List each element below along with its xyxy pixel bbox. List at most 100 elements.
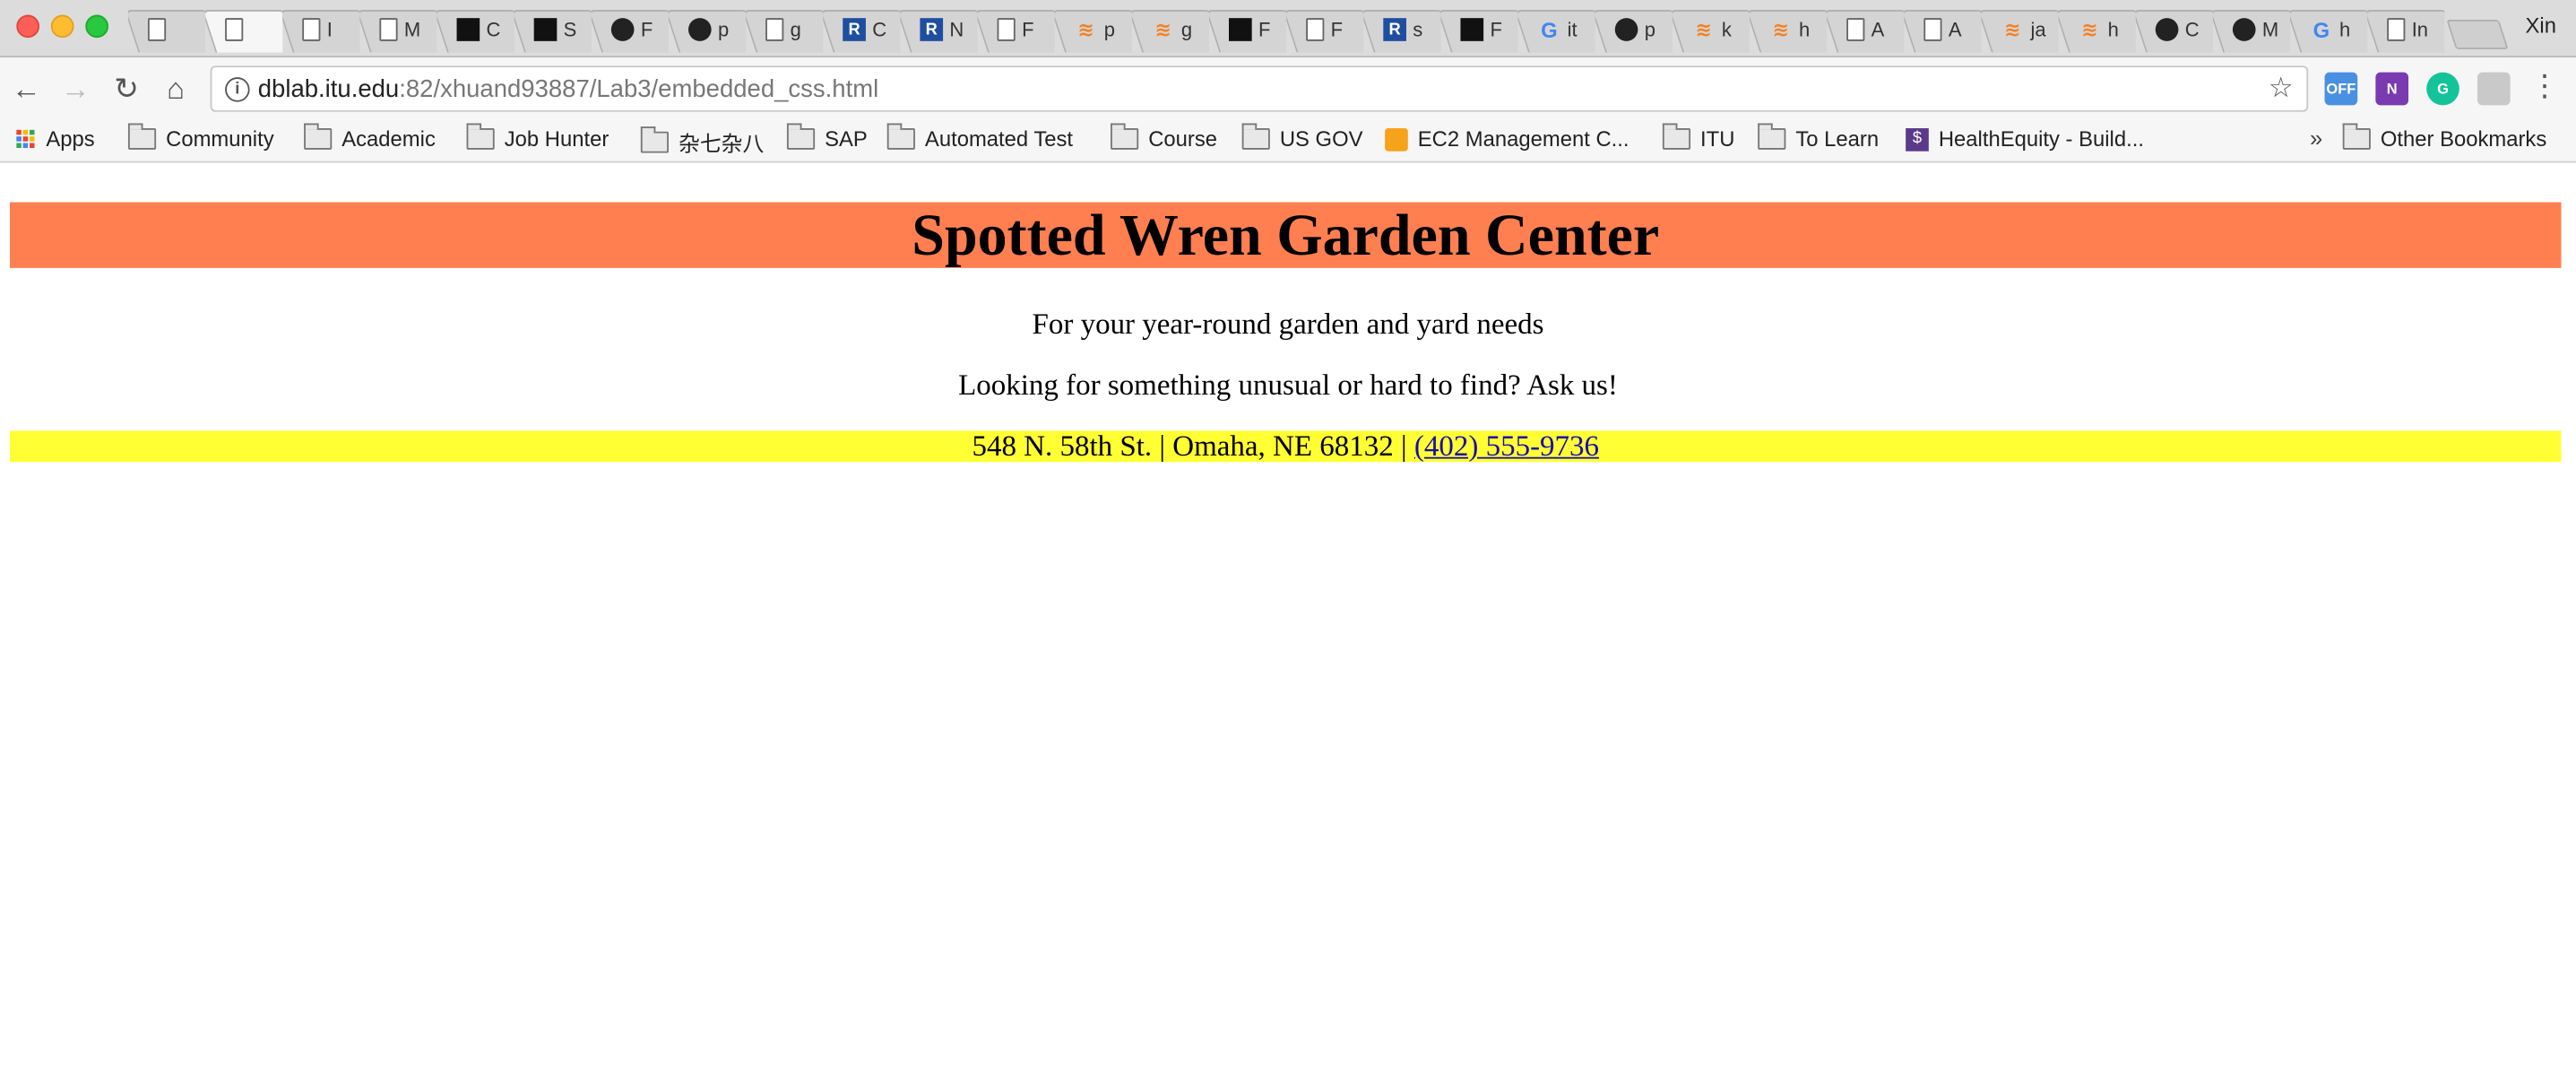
- browser-tab[interactable]: C: [437, 6, 514, 52]
- bookmark-item[interactable]: To Learn: [1758, 123, 1879, 152]
- tagline-primary: For your year-round garden and yard need…: [1032, 307, 1544, 341]
- home-icon[interactable]: ⌂: [160, 72, 193, 106]
- folder-icon: [1111, 123, 1139, 150]
- url-path: :82/xhuand93887/Lab3/embedded_css.html: [399, 75, 879, 104]
- browser-tab[interactable]: p: [1595, 6, 1673, 52]
- browser-tab[interactable]: F: [592, 6, 669, 52]
- browser-tab[interactable]: ≋ g: [1132, 6, 1209, 52]
- qr-extension-icon[interactable]: [2477, 72, 2511, 106]
- url-text[interactable]: dblab.itu.edu:82/xhuand93887/Lab3/embedd…: [258, 75, 878, 103]
- github-icon: [2155, 18, 2179, 41]
- browser-tab[interactable]: A: [1827, 6, 1904, 52]
- address-bar[interactable]: i dblab.itu.edu:82/xhuand93887/Lab3/embe…: [210, 65, 2309, 112]
- folder-icon: [1662, 123, 1691, 150]
- browser-tab[interactable]: ≋ p: [1055, 6, 1132, 52]
- extension-off-icon[interactable]: OFF: [2324, 72, 2358, 106]
- folder-icon: [640, 126, 669, 153]
- tab-label: M: [403, 18, 421, 41]
- bookmarks-overflow-button[interactable]: »: [2310, 125, 2322, 151]
- stackoverflow-icon: ≋: [2081, 18, 2098, 41]
- vue-icon: [533, 18, 558, 41]
- browser-tab[interactable]: In: [2367, 6, 2444, 52]
- browser-tab[interactable]: F: [1209, 6, 1286, 52]
- browser-tab[interactable]: Rs: [1363, 6, 1440, 52]
- browser-tab[interactable]: g: [746, 6, 823, 52]
- phone-link[interactable]: (402) 555-9736: [1414, 429, 1599, 463]
- browser-window: I M C S Fp g R C R N F ≋ p ≋ g F F Rs F Git p ≋ k ≋ h A A ≋ ja ≋ h C M Gh…: [0, 0, 2576, 1067]
- tab-label: it: [1567, 18, 1578, 41]
- bookmarks-bar: Apps Community Academic Job Hunter 杂七杂八 SAP Au…: [0, 119, 2576, 163]
- bookmark-item[interactable]: SAP: [786, 123, 868, 152]
- browser-tab[interactable]: S: [514, 6, 592, 52]
- tab-label: I: [326, 18, 333, 41]
- browser-tab[interactable]: [205, 6, 282, 52]
- stackoverflow-icon: ≋: [1154, 18, 1171, 41]
- bookmark-item[interactable]: $ HealthEquity - Build...: [1906, 126, 2144, 152]
- address-text: 548 N. 58th St. | Omaha, NE 68132 |: [972, 429, 1414, 463]
- browser-tab[interactable]: RC: [823, 6, 900, 52]
- reload-icon[interactable]: ↻: [110, 72, 143, 106]
- bookmark-item[interactable]: Apps: [16, 126, 95, 152]
- doc-icon: [1846, 18, 1865, 41]
- bookmark-star-icon[interactable]: ☆: [2269, 73, 2294, 106]
- browser-tab[interactable]: RN: [900, 6, 977, 52]
- profile-name[interactable]: Xin: [2526, 13, 2556, 39]
- info-icon[interactable]: i: [225, 77, 250, 102]
- zoom-window-button[interactable]: [85, 14, 108, 39]
- bookmark-item[interactable]: Course: [1111, 123, 1217, 152]
- browser-tab[interactable]: p: [669, 6, 746, 52]
- bookmark-item[interactable]: ITU: [1662, 123, 1734, 152]
- bookmark-item[interactable]: Job Hunter: [466, 123, 609, 152]
- bookmark-item[interactable]: 杂七杂八: [640, 126, 764, 158]
- browser-tab[interactable]: M: [359, 6, 437, 52]
- back-arrow-icon[interactable]: ←: [10, 72, 43, 106]
- chrome-menu-icon[interactable]: ⋮: [2530, 69, 2560, 104]
- grammarly-extension-icon[interactable]: G: [2426, 72, 2459, 106]
- tab-label: p: [717, 18, 730, 41]
- browser-tab[interactable]: ≋ k: [1673, 6, 1750, 52]
- folder-icon: [786, 123, 816, 150]
- tab-label: g: [790, 18, 801, 41]
- bookmark-item[interactable]: US GOV: [1241, 123, 1363, 152]
- tab-label: F: [1258, 18, 1271, 41]
- new-tab-button[interactable]: [2446, 20, 2509, 50]
- browser-tab[interactable]: A: [1904, 6, 1981, 52]
- browser-tab[interactable]: ≋ ja: [1981, 6, 2058, 52]
- tab-label: S: [563, 18, 577, 41]
- browser-tab[interactable]: C: [2136, 6, 2213, 52]
- black-square-icon: [1460, 18, 1484, 41]
- healthequity-icon: $: [1906, 127, 1929, 151]
- close-window-button[interactable]: [16, 14, 39, 39]
- bookmark-item[interactable]: Community: [127, 123, 274, 152]
- other-bookmarks[interactable]: Other Bookmarks: [2342, 123, 2546, 152]
- tab-label: C: [2184, 18, 2200, 41]
- browser-tab[interactable]: I: [282, 6, 359, 52]
- tab-label: F: [1022, 18, 1034, 41]
- browser-tab[interactable]: Git: [1518, 6, 1595, 52]
- page-title: Spotted Wren Garden Center: [912, 202, 1660, 268]
- stackoverflow-icon: ≋: [1772, 18, 1790, 41]
- browser-tab[interactable]: F: [1440, 6, 1517, 52]
- browser-tab[interactable]: M: [2213, 6, 2290, 52]
- doc-icon: [2387, 18, 2406, 41]
- browser-tab[interactable]: F: [978, 6, 1055, 52]
- r-icon: R: [920, 18, 944, 41]
- bookmark-item[interactable]: Academic: [304, 123, 436, 152]
- folder-icon: [1758, 123, 1786, 150]
- browser-tab[interactable]: ≋ h: [1750, 6, 1827, 52]
- browser-tab[interactable]: F: [1286, 6, 1363, 52]
- browser-tab[interactable]: ≋ h: [2059, 6, 2136, 52]
- minimize-window-button[interactable]: [50, 14, 74, 39]
- tab-label: C: [486, 18, 501, 41]
- github-icon: [610, 18, 635, 41]
- browser-tab[interactable]: Gh: [2290, 6, 2367, 52]
- bookmark-label: Community: [166, 126, 274, 152]
- tab-label: A: [1871, 18, 1885, 41]
- forward-arrow-icon[interactable]: →: [59, 72, 92, 106]
- browser-tab[interactable]: [128, 6, 205, 52]
- bookmark-item[interactable]: Automated Test: [886, 123, 1073, 152]
- tab-label: A: [1948, 18, 1962, 41]
- bookmark-item[interactable]: EC2 Management C...: [1385, 126, 1629, 152]
- onenote-extension-icon[interactable]: N: [2375, 72, 2409, 106]
- tab-label: F: [1330, 18, 1344, 41]
